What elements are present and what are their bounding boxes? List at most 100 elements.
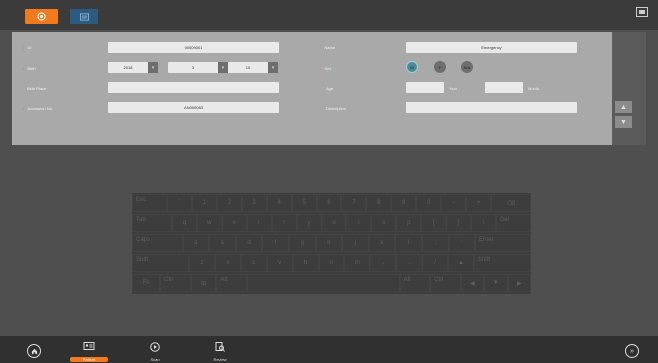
id-label: ID bbox=[23, 45, 31, 50]
scroll-down-button[interactable]: ▼ bbox=[615, 116, 632, 128]
sex-m-button[interactable]: M bbox=[406, 61, 418, 73]
chevron-down-icon[interactable]: ▾ bbox=[148, 62, 158, 73]
key-0-14[interactable]: ⌫ bbox=[491, 194, 531, 212]
patient-card-icon bbox=[83, 342, 95, 350]
key-1-9[interactable]: o bbox=[371, 214, 397, 232]
key-3-0[interactable]: Shift bbox=[132, 254, 189, 272]
key-1-1[interactable]: q bbox=[171, 214, 197, 232]
nav-review[interactable]: Review bbox=[198, 338, 242, 363]
key-1-0[interactable]: Tab bbox=[132, 214, 172, 232]
birth-day-select[interactable]: 10 bbox=[228, 62, 268, 73]
id-card-icon bbox=[79, 12, 89, 21]
key-4-3[interactable]: Alt bbox=[216, 274, 247, 292]
scroll-up-button[interactable]: ▲ bbox=[615, 101, 632, 113]
nav-scan[interactable]: Scan bbox=[133, 338, 177, 363]
key-3-6[interactable]: n bbox=[318, 254, 345, 272]
key-2-5[interactable]: g bbox=[288, 234, 316, 252]
accession-field[interactable]: AN000083 bbox=[108, 102, 279, 113]
side-scroll-column bbox=[612, 32, 646, 145]
key-3-5[interactable]: b bbox=[292, 254, 319, 272]
sex-na-button[interactable]: N/A bbox=[461, 61, 473, 73]
next-button[interactable]: » bbox=[625, 344, 639, 358]
key-2-9[interactable]: l bbox=[395, 234, 422, 252]
home-icon bbox=[31, 348, 37, 354]
nav-patient[interactable]: Patient bbox=[67, 338, 111, 363]
key-4-8[interactable]: ▼ bbox=[484, 274, 508, 292]
key-2-10[interactable]: ; bbox=[421, 234, 449, 252]
key-3-8[interactable]: , bbox=[370, 254, 397, 272]
key-0-3[interactable]: 2 bbox=[216, 194, 242, 212]
key-1-8[interactable]: i bbox=[346, 214, 372, 232]
key-4-1[interactable]: Ctrl bbox=[160, 274, 191, 292]
key-1-6[interactable]: y bbox=[296, 214, 322, 232]
birth-place-field[interactable] bbox=[108, 82, 279, 93]
age-month-field[interactable] bbox=[485, 82, 523, 93]
key-3-9[interactable]: . bbox=[396, 254, 423, 272]
key-4-2[interactable]: ⊞ bbox=[190, 274, 217, 292]
key-2-1[interactable]: a bbox=[182, 234, 210, 252]
key-0-9[interactable]: 8 bbox=[366, 194, 392, 212]
description-field[interactable] bbox=[406, 102, 577, 113]
key-3-11[interactable]: ▲ bbox=[448, 254, 474, 272]
key-2-2[interactable]: s bbox=[209, 234, 236, 252]
key-4-0[interactable]: Fn bbox=[132, 274, 161, 292]
key-0-8[interactable]: 7 bbox=[341, 194, 367, 212]
chevron-down-icon[interactable]: ▾ bbox=[218, 62, 228, 73]
birth-year-select[interactable]: 2018 bbox=[108, 62, 148, 73]
key-3-1[interactable]: z bbox=[189, 254, 215, 272]
key-0-4[interactable]: 3 bbox=[241, 194, 267, 212]
sex-f-button[interactable]: F bbox=[434, 61, 446, 73]
key-1-2[interactable]: w bbox=[196, 214, 222, 232]
name-field[interactable]: Emergency bbox=[406, 42, 577, 53]
key-1-5[interactable]: t bbox=[271, 214, 297, 232]
key-3-10[interactable]: / bbox=[422, 254, 449, 272]
key-3-3[interactable]: c bbox=[240, 254, 267, 272]
key-4-6[interactable]: Ctrl bbox=[430, 274, 461, 292]
key-0-7[interactable]: 6 bbox=[316, 194, 342, 212]
id-field[interactable]: 00009001 bbox=[108, 42, 279, 53]
key-4-7[interactable]: ◀ bbox=[460, 274, 485, 292]
key-2-3[interactable]: d bbox=[235, 234, 263, 252]
key-1-11[interactable]: [ bbox=[421, 214, 447, 232]
key-2-6[interactable]: h bbox=[315, 234, 343, 252]
key-1-12[interactable]: ] bbox=[446, 214, 472, 232]
home-button[interactable] bbox=[27, 344, 41, 358]
virtual-keyboard: Esc ` 1 2 3 4 5 6 7 8 9 0- = ⌫ Tab q w e r t y u i o p[] \ Del Caps… bbox=[132, 193, 531, 294]
key-1-7[interactable]: u bbox=[321, 214, 347, 232]
key-3-7[interactable]: m bbox=[344, 254, 371, 272]
screen-icon[interactable] bbox=[636, 7, 648, 17]
key-1-13[interactable]: \ bbox=[471, 214, 497, 232]
key-0-1[interactable]: ` bbox=[166, 194, 192, 212]
key-2-12[interactable]: Enter bbox=[475, 234, 531, 252]
key-4-9[interactable]: ▶ bbox=[507, 274, 531, 292]
key-1-14[interactable]: Del bbox=[496, 214, 531, 232]
birth-month-select[interactable]: 3 bbox=[168, 62, 218, 73]
key-2-8[interactable]: k bbox=[368, 234, 396, 252]
key-1-4[interactable]: r bbox=[246, 214, 272, 232]
key-0-0[interactable]: Esc bbox=[132, 194, 167, 212]
key-space[interactable] bbox=[247, 274, 400, 292]
age-year-field[interactable] bbox=[406, 82, 444, 93]
key-0-13[interactable]: = bbox=[466, 194, 492, 212]
age-year-unit: Year bbox=[449, 86, 458, 91]
key-2-4[interactable]: f bbox=[262, 234, 289, 252]
chevron-down-icon[interactable]: ▾ bbox=[268, 62, 278, 73]
key-0-11[interactable]: 0 bbox=[416, 194, 442, 212]
target-button[interactable] bbox=[25, 9, 58, 24]
key-1-10[interactable]: p bbox=[396, 214, 422, 232]
nav-patient-label: Patient bbox=[70, 357, 108, 362]
key-0-12[interactable]: - bbox=[441, 194, 467, 212]
key-0-6[interactable]: 5 bbox=[291, 194, 317, 212]
id-card-button[interactable] bbox=[70, 9, 98, 24]
key-2-11[interactable]: ' bbox=[448, 234, 476, 252]
key-0-5[interactable]: 4 bbox=[266, 194, 292, 212]
key-2-7[interactable]: j bbox=[342, 234, 369, 252]
key-0-2[interactable]: 1 bbox=[191, 194, 217, 212]
key-0-10[interactable]: 9 bbox=[391, 194, 417, 212]
key-3-12[interactable]: Shift bbox=[474, 254, 531, 272]
key-2-0[interactable]: Caps bbox=[132, 234, 183, 252]
key-1-3[interactable]: e bbox=[221, 214, 247, 232]
key-4-5[interactable]: Alt bbox=[399, 274, 431, 292]
key-3-4[interactable]: v bbox=[266, 254, 293, 272]
key-3-2[interactable]: x bbox=[214, 254, 241, 272]
